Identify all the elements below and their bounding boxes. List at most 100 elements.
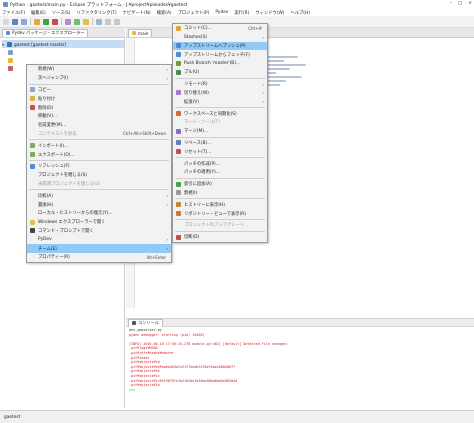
team-menu-item-15[interactable]: リベース(B)... [173, 139, 267, 148]
menu-edit[interactable]: 編集(E) [31, 10, 46, 16]
context-menu-item-24[interactable]: プロパティー(R) Alt+Enter [27, 253, 171, 262]
save-all-icon[interactable] [21, 18, 27, 25]
context-menu-item-20[interactable]: Windows エクスプローラーで開く [27, 218, 171, 227]
team-menu-item-13[interactable]: マージ(M)... [173, 127, 267, 136]
context-menu-item-18[interactable]: 置換(H) › [27, 200, 171, 209]
tab-console[interactable]: コンソール [128, 318, 163, 327]
menu-item-label: 切断(D) [184, 235, 200, 241]
menu-item-label: アップストリームへプッシュ(P) [184, 43, 246, 49]
menu-file[interactable]: ファイル(F) [2, 10, 25, 16]
menu-item-label: ローカル・ヒストリーからの復元(Y)... [38, 211, 113, 217]
context-menu-item-1[interactable]: 次へジャンプ(I) › [27, 74, 171, 83]
context-menu-item-5[interactable]: 削除(D) [27, 103, 171, 112]
team-menu-item-19[interactable]: パッチの適用(Y)... [173, 168, 267, 177]
blank-icon-slot [176, 170, 181, 175]
context-menu-item-6[interactable]: 移動(V)... [27, 112, 171, 121]
context-menu-item-3[interactable]: コピー [27, 86, 171, 95]
context-menu-item-13[interactable]: リフレッシュ(F) [27, 162, 171, 171]
console-icon [132, 321, 136, 325]
tab-package-explorer[interactable]: Pydev パッケージ・エクスプローラー [2, 28, 89, 37]
blank-icon-slot [30, 67, 35, 72]
menu-search[interactable]: 検索(A) [157, 10, 172, 16]
menu-item-label: 未関連プロジェクトを閉じる(U) [38, 181, 101, 187]
team-menu-item-9[interactable]: 拡張(V) › [173, 97, 267, 106]
team-menu-item-8[interactable]: 切り替え(W) › [173, 89, 267, 98]
context-menu-item-7[interactable]: 名前変更(M)... [27, 121, 171, 130]
expand-icon[interactable]: ▾ [2, 42, 5, 47]
menu-item-label: プル(U) [184, 70, 200, 76]
menu-navigate[interactable]: ナビゲート(N) [123, 10, 151, 16]
new-icon[interactable] [3, 18, 9, 25]
open-folder-icon[interactable] [83, 18, 89, 25]
team-menu-item-22[interactable]: 無視(I) [173, 189, 267, 198]
file-icon [8, 57, 13, 63]
team-menu-item-18[interactable]: パッチの作成(P)... [173, 159, 267, 168]
menu-separator [175, 177, 265, 179]
team-menu-item-5[interactable]: プル(U) [173, 68, 267, 77]
tree-item-gaetest[interactable]: ▾ gaetest [gaetest master] [2, 40, 124, 48]
menu-separator [175, 77, 265, 79]
team-menu-item-24[interactable]: ヒストリーに表示(H) [173, 200, 267, 209]
blank-icon-slot [30, 193, 35, 198]
title-bar: Python - gaetest/main.py - Eclipse プラットフ… [0, 0, 474, 9]
team-menu-item-0[interactable]: コミット(C)... Ctrl+# [173, 24, 267, 33]
context-menu-item-14[interactable]: プロジェクトを閉じる(S) [27, 171, 171, 180]
debug-icon[interactable] [34, 18, 40, 25]
paste-icon [30, 96, 35, 102]
tab-main-py[interactable]: main [128, 28, 153, 37]
blank-icon-slot [30, 237, 35, 242]
close-button[interactable]: × [468, 1, 472, 6]
python-icon[interactable] [65, 18, 71, 25]
menu-item-label: ワークスペースと同期化(S) [184, 111, 237, 117]
menu-item-label: ヒストリーに表示(H) [184, 202, 225, 208]
context-menu-item-4[interactable]: 貼り付け [27, 94, 171, 103]
menu-project[interactable]: プロジェクト(P) [178, 10, 210, 16]
search-icon[interactable] [96, 18, 102, 25]
submenu-arrow-icon: › [262, 34, 264, 40]
context-menu-item-17[interactable]: 比較(A) › [27, 191, 171, 200]
stop-icon[interactable] [52, 18, 58, 25]
minimize-button[interactable]: – [450, 1, 452, 6]
context-menu-item-10[interactable]: インポート(I)... [27, 141, 171, 150]
context-menu-item-11[interactable]: エクスポート(O)... [27, 150, 171, 159]
rebase-icon [176, 140, 181, 146]
blank-icon-slot [176, 161, 181, 166]
tree-item[interactable] [2, 48, 124, 56]
console-output[interactable]: dev_appserver.py pydev debugger: startin… [126, 327, 474, 408]
context-menu-item-23[interactable]: チーム(E) › [27, 244, 171, 253]
team-menu-item-25[interactable]: リポジトリー・ビューで表示(R) [173, 209, 267, 218]
menu-refactor[interactable]: リファクタリング(T) [76, 10, 116, 16]
menu-help[interactable]: ヘルプ(H) [290, 10, 309, 16]
context-menu-item-0[interactable]: 新規(W) › [27, 65, 171, 74]
switch-icon [176, 90, 181, 96]
team-menu-item-29[interactable]: 切断(D) [173, 233, 267, 242]
save-icon[interactable] [12, 18, 18, 25]
tree-item[interactable] [2, 56, 124, 64]
run-icon[interactable] [43, 18, 49, 25]
menu-run[interactable]: 実行(R) [234, 10, 249, 16]
context-menu-item-22[interactable]: PyDev › [27, 235, 171, 244]
team-menu-item-27: プロジェクトのアップグレード... [173, 221, 267, 230]
menu-item-label: 次へジャンプ(I) [38, 76, 69, 82]
context-menu-item-19[interactable]: ローカル・ヒストリーからの復元(Y)... [27, 209, 171, 218]
context-menu-item-21[interactable]: コマンド・プロンプトで開く [27, 227, 171, 236]
back-icon[interactable] [105, 18, 111, 25]
team-menu-item-2[interactable]: アップストリームへプッシュ(P) [173, 41, 267, 51]
team-menu-item-3[interactable]: アップストリームからフェッチ(F) [173, 50, 267, 59]
forward-icon[interactable] [114, 18, 120, 25]
menu-pydev[interactable]: Pydev [215, 10, 228, 15]
team-menu-item-11[interactable]: ワークスペースと同期化(S) [173, 109, 267, 118]
menu-item-label: 無視(I) [184, 190, 198, 196]
team-menu-item-16[interactable]: リセット(T)... [173, 147, 267, 156]
menu-separator [29, 83, 169, 85]
team-menu-item-21[interactable]: 索引に追加(A) [173, 180, 267, 189]
menu-item-label: 比較(A) [38, 193, 53, 199]
team-menu-item-7[interactable]: リモート(R) › [173, 80, 267, 89]
menu-source[interactable]: ソース(S) [52, 10, 71, 16]
team-menu-item-1[interactable]: Stashes(S) › [173, 33, 267, 42]
menu-window[interactable]: ウィンドウ(W) [255, 10, 284, 16]
team-menu-item-4[interactable]: Push Branch 'master'(B)... [173, 59, 267, 68]
menu-item-label: リフレッシュ(F) [38, 164, 70, 170]
maximize-button[interactable]: □ [458, 1, 462, 6]
new-module-icon[interactable] [74, 18, 80, 25]
